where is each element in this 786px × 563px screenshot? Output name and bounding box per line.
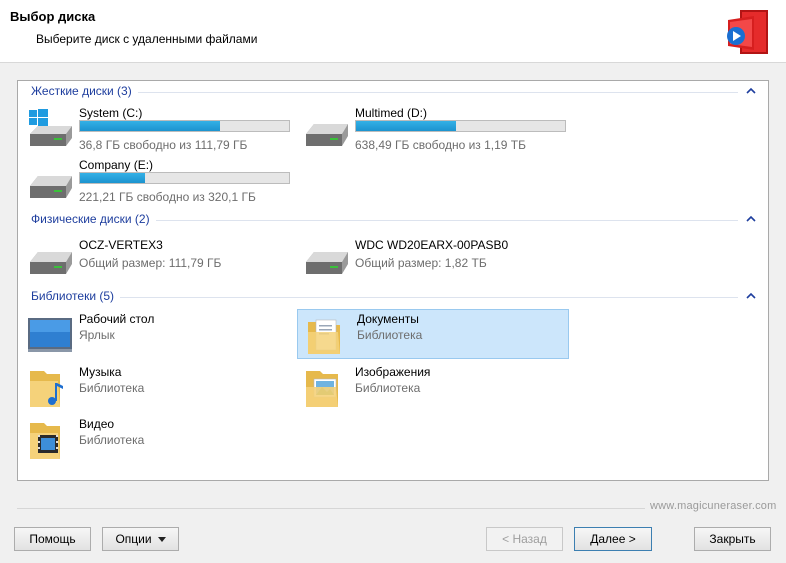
options-label: Опции — [115, 532, 152, 546]
drive-item-d[interactable]: Multimed (D:) 638,49 ГБ свободно из 1,19… — [295, 103, 567, 152]
hard-drive-icon — [30, 252, 72, 274]
drive-info: 221,21 ГБ свободно из 320,1 ГБ — [79, 190, 256, 204]
group-label: Жесткие диски (3) — [31, 84, 138, 98]
hard-drive-icon — [306, 124, 348, 146]
desktop-icon — [28, 318, 72, 352]
drive-name: OCZ-VERTEX3 — [79, 238, 163, 252]
physical-drive-item[interactable]: OCZ-VERTEX3 Общий размер: 111,79 ГБ — [19, 235, 291, 277]
library-type: Ярлык — [79, 328, 115, 342]
next-button[interactable]: Далее > — [574, 527, 652, 551]
group-label: Библиотеки (5) — [31, 289, 121, 303]
library-name: Видео — [79, 417, 115, 431]
drive-name: System (C:) — [79, 106, 143, 120]
drive-item-c[interactable]: System (C:) 36,8 ГБ свободно из 111,79 Г… — [19, 103, 291, 152]
library-type: Библиотека — [79, 381, 145, 395]
group-label: Физические диски (2) — [31, 212, 156, 226]
documents-folder-icon — [308, 319, 340, 354]
drive-name: Multimed (D:) — [355, 106, 428, 120]
library-type: Библиотека — [357, 328, 423, 342]
library-name: Документы — [357, 312, 419, 326]
page-title: Выбор диска — [10, 9, 96, 24]
drive-info: Общий размер: 1,82 ТБ — [355, 256, 487, 270]
video-folder-icon — [30, 423, 60, 459]
windows-drive-icon — [29, 109, 72, 146]
back-button[interactable]: < Назад — [486, 527, 563, 551]
group-header-libraries[interactable]: Библиотеки (5) — [31, 289, 758, 305]
library-item-desktop[interactable]: Рабочий стол Ярлык — [19, 309, 291, 359]
options-button[interactable]: Опции — [102, 527, 179, 551]
page-subtitle: Выберите диск с удаленными файлами — [36, 32, 258, 46]
library-item-video[interactable]: Видео Библиотека — [19, 414, 291, 464]
app-logo-icon — [727, 10, 768, 54]
drive-name: WDC WD20EARX-00PASB0 — [355, 238, 509, 252]
drive-usage-fill — [80, 121, 221, 131]
drive-info: 638,49 ГБ свободно из 1,19 ТБ — [355, 138, 527, 152]
drive-usage-bar — [79, 120, 290, 132]
library-name: Изображения — [355, 365, 431, 379]
drive-name: Company (E:) — [79, 158, 154, 172]
footer-divider — [17, 508, 645, 509]
collapse-chevron-icon[interactable] — [744, 213, 758, 225]
drive-usage-bar — [79, 172, 290, 184]
watermark: www.magicuneraser.com — [650, 500, 777, 512]
physical-drive-item[interactable]: WDC WD20EARX-00PASB0 Общий размер: 1,82 … — [295, 235, 567, 277]
pictures-folder-icon — [306, 371, 338, 407]
library-name: Музыка — [79, 365, 122, 379]
library-type: Библиотека — [79, 433, 145, 447]
library-name: Рабочий стол — [79, 312, 155, 326]
hard-drive-icon — [306, 252, 348, 274]
hard-drive-icon — [30, 176, 72, 198]
wizard-header: Выбор диска Выберите диск с удаленными ф… — [0, 0, 786, 63]
dropdown-arrow-icon — [157, 537, 166, 543]
help-button[interactable]: Помощь — [14, 527, 91, 551]
drive-usage-bar — [355, 120, 566, 132]
disk-list-panel: Жесткие диски (3) System (C:) 36,8 ГБ св… — [17, 80, 769, 481]
library-item-pictures[interactable]: Изображения Библиотека — [295, 362, 567, 412]
drive-item-e[interactable]: Company (E:) 221,21 ГБ свободно из 320,1… — [19, 155, 291, 204]
drive-info: 36,8 ГБ свободно из 111,79 ГБ — [79, 138, 248, 152]
group-header-hard-drives[interactable]: Жесткие диски (3) — [31, 84, 758, 100]
collapse-chevron-icon[interactable] — [744, 290, 758, 302]
group-header-physical-drives[interactable]: Физические диски (2) — [31, 212, 758, 228]
close-button[interactable]: Закрыть — [694, 527, 771, 551]
library-type: Библиотека — [355, 381, 421, 395]
library-item-documents[interactable]: Документы Библиотека — [297, 309, 569, 359]
music-folder-icon — [30, 371, 63, 407]
library-item-music[interactable]: Музыка Библиотека — [19, 362, 291, 412]
drive-usage-fill — [80, 173, 145, 183]
drive-usage-fill — [356, 121, 457, 131]
drive-info: Общий размер: 111,79 ГБ — [79, 256, 222, 270]
collapse-chevron-icon[interactable] — [744, 85, 758, 97]
